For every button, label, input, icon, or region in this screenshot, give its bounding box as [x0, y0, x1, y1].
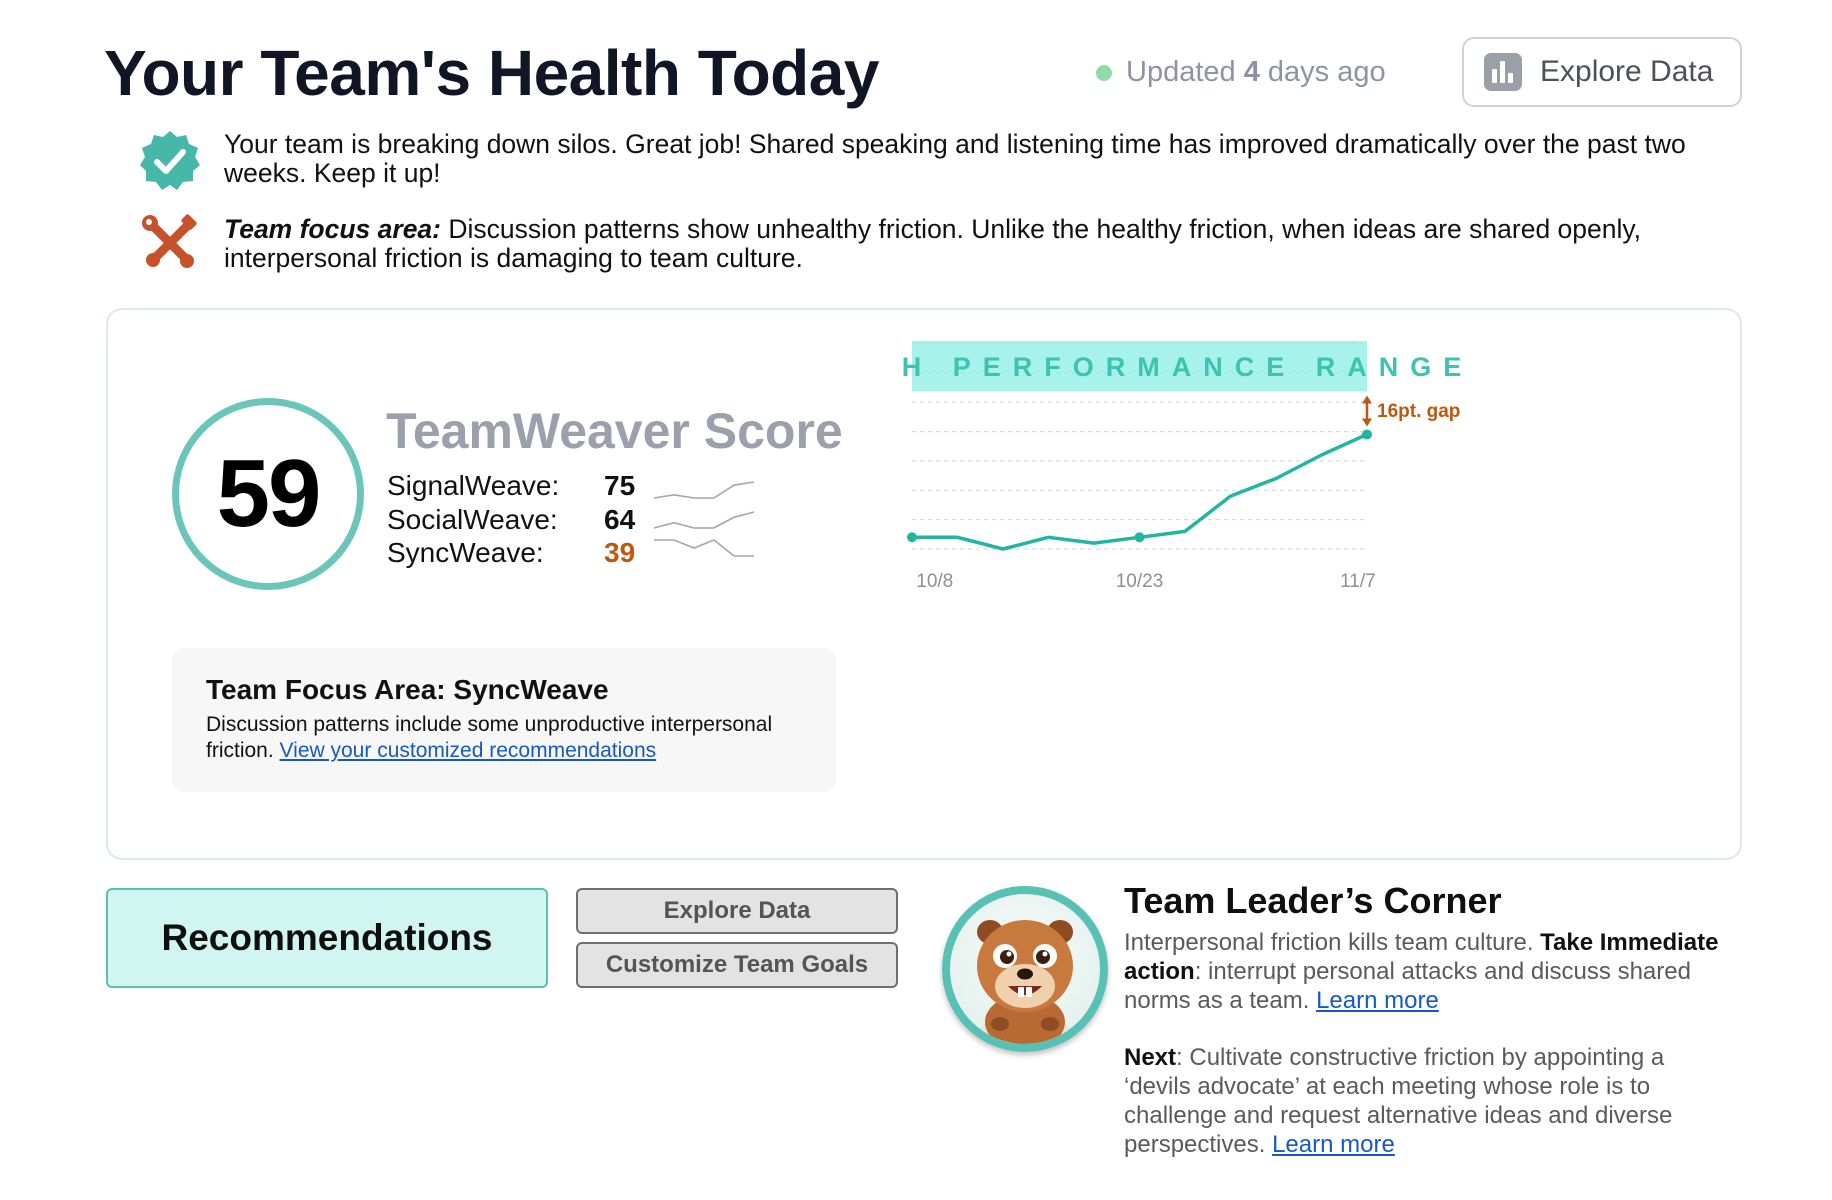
explore-data-label: Explore Data: [1540, 55, 1714, 88]
updated-status: Updated 4 days ago: [1096, 56, 1386, 89]
updated-prefix: Updated: [1126, 56, 1236, 88]
metric-label-socialweave: SocialWeave:: [387, 504, 558, 535]
score-series-points: [907, 429, 1372, 543]
score-series-line: [912, 432, 1368, 551]
customize-team-goals-button[interactable]: Customize Team Goals: [576, 942, 898, 988]
team-focus-text: Discussion patterns include some unprodu…: [206, 712, 804, 764]
bar-chart-icon: [1484, 53, 1522, 91]
metric-value-signalweave: 75: [604, 470, 636, 501]
series-point: [1362, 429, 1372, 440]
beaver-mascot-icon: [975, 920, 1075, 1044]
updated-suffix: days ago: [1267, 56, 1386, 88]
explore-data-secondary-button[interactable]: Explore Data: [576, 888, 898, 934]
gap-label: 16pt. gap: [1377, 401, 1460, 422]
score-circle: 59: [172, 398, 364, 590]
gap-arrow-top: [1362, 395, 1372, 404]
status-dot-icon: [1096, 64, 1112, 81]
series-point: [907, 532, 917, 543]
leader-corner-title: Team Leader’s Corner: [1124, 880, 1502, 921]
focus-area-label: Team focus area:: [224, 214, 441, 244]
x-tick-10-23: 10/23: [1116, 571, 1164, 592]
leader-p1-text: Interpersonal friction kills team cultur…: [1124, 929, 1534, 956]
focus-message: Team focus area: Discussion patterns sho…: [224, 215, 1694, 273]
learn-more-link-1[interactable]: Learn more: [1316, 987, 1439, 1014]
score-trend-chart: HIGH PERFORMANCE RANGE 100 60 20 10/8 10…: [900, 341, 1473, 592]
leader-paragraph-2: Next: Cultivate constructive friction by…: [1124, 1043, 1736, 1159]
gap-indicator: 16pt. gap: [1362, 395, 1460, 427]
tools-icon: [142, 214, 197, 268]
recommendations-link[interactable]: View your customized recommendations: [280, 739, 657, 762]
team-focus-title: Team Focus Area: SyncWeave: [206, 674, 609, 705]
metric-sparklines: [653, 481, 755, 557]
beaver-avatar: [942, 886, 1108, 1052]
page-title: Your Team's Health Today: [104, 37, 879, 109]
gap-arrow-bottom: [1362, 418, 1372, 427]
metric-label-syncweave: SyncWeave:: [387, 537, 544, 568]
verified-check-icon: [140, 131, 200, 190]
x-tick-10-8: 10/8: [916, 571, 953, 592]
high-performance-label: HIGH PERFORMANCE RANGE: [900, 352, 1473, 382]
series-point: [1134, 532, 1145, 543]
success-message: Your team is breaking down silos. Great …: [224, 129, 1686, 188]
metric-label-signalweave: SignalWeave:: [387, 470, 560, 501]
recommendations-button[interactable]: Recommendations: [106, 888, 548, 988]
sparkline-syncweave: [654, 539, 754, 557]
leader-paragraph-1: Interpersonal friction kills team cultur…: [1124, 928, 1736, 1015]
x-tick-11-7: 11/7: [1340, 571, 1376, 592]
x-axis-ticks: 10/8 10/23 11/7: [916, 571, 1375, 592]
score-value: 59: [216, 440, 322, 547]
metric-value-socialweave: 64: [604, 504, 636, 535]
metric-value-syncweave: 39: [604, 537, 636, 568]
learn-more-link-2[interactable]: Learn more: [1272, 1131, 1395, 1158]
score-title: TeamWeaver Score: [386, 403, 843, 459]
leader-p2-text: : Cultivate constructive friction by app…: [1124, 1044, 1673, 1158]
sparkline-socialweave: [653, 511, 755, 529]
leader-p2-bold: Next: [1124, 1044, 1177, 1071]
sparkline-signalweave: [653, 481, 755, 499]
updated-number: 4: [1243, 56, 1260, 88]
team-focus-box: Team Focus Area: SyncWeave Discussion pa…: [172, 648, 836, 792]
explore-data-button[interactable]: Explore Data: [1462, 37, 1742, 107]
